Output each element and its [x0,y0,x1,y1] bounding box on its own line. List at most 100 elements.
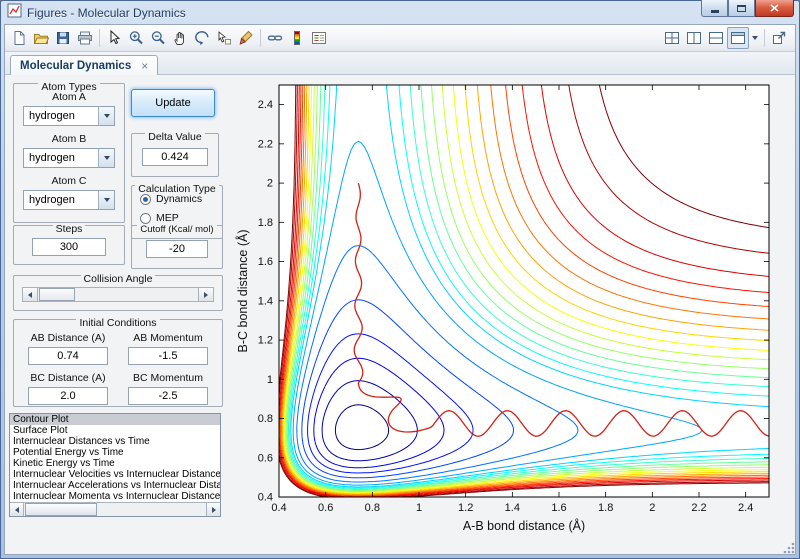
steps-field[interactable]: 300 [32,238,106,256]
bc-momentum-field[interactable]: -2.5 [128,387,208,405]
chevron-down-icon [103,156,110,160]
collision-angle-slider[interactable] [22,287,214,302]
x-tick-label: 1.2 [458,502,473,514]
atom-c-dropdown[interactable]: hydrogen [23,190,115,210]
dropdown-button[interactable] [98,149,114,167]
slider-track[interactable] [38,288,198,301]
bc-distance-field[interactable]: 2.0 [28,387,108,405]
open-file-icon [33,34,49,44]
save-figure-icon [57,32,69,44]
x-tick-label: 2.4 [738,502,753,514]
scrollbar-thumb[interactable] [25,503,97,516]
list-item[interactable]: Kinetic Energy vs Time [10,458,220,469]
brush-button[interactable] [235,27,257,49]
cutoff-title: Cutoff (Kcal/ mol) [137,224,217,235]
figure-app: Molecular Dynamics × Atom Types Atom A h… [4,24,796,555]
x-tick-label: 2.2 [691,502,706,514]
listbox-horizontal-scrollbar[interactable] [10,502,220,516]
maximize-button[interactable] [728,0,755,17]
radio-mep-label: MEP [156,212,179,224]
plot-type-listbox: Contour Plot Surface Plot Internuclear D… [9,413,221,517]
atom-b-dropdown[interactable]: hydrogen [23,148,115,168]
print-figure-button[interactable] [74,27,96,49]
list-item[interactable]: Internuclear Distances vs Time [10,436,220,447]
scroll-left-arrow[interactable] [10,503,24,516]
pointer-tool-button[interactable] [103,27,125,49]
insert-legend-button[interactable] [308,27,330,49]
x-tick-label: 1.8 [598,502,613,514]
rotate-3d-icon [195,31,209,45]
dropdown-button[interactable] [98,191,114,209]
list-item[interactable]: Internuclear Momenta vs Internuclear Dis… [10,491,220,502]
y-tick-label: 0.4 [258,492,273,504]
atom-c-label: Atom C [51,175,87,187]
pan-button[interactable] [169,27,191,49]
delta-value-group: Delta Value 0.424 [131,131,219,177]
save-figure-button[interactable] [52,27,74,49]
x-tick-label: 0.6 [318,502,333,514]
atom-c-value: hydrogen [29,194,75,206]
zoom-out-button[interactable] [147,27,169,49]
window-title: Figures - Molecular Dynamics [27,5,186,20]
update-button[interactable]: Update [131,89,215,117]
list-item[interactable]: Internuclear Velocities vs Internuclear … [10,469,220,480]
tab-close-icon[interactable]: × [141,60,148,72]
layout-dropdown-caret[interactable] [752,36,758,40]
new-figure-icon [14,31,25,45]
minimize-button[interactable] [701,0,728,17]
link-plot-icon [267,35,283,41]
tile-single-icon [731,32,745,44]
list-item-surface-plot[interactable]: Surface Plot [10,425,220,436]
dropdown-button[interactable] [98,107,114,125]
atom-a-value: hydrogen [29,110,75,122]
zoom-in-button[interactable] [125,27,147,49]
arrow-left-icon [14,506,19,513]
slider-thumb[interactable] [39,288,75,301]
close-button[interactable] [755,0,794,17]
radio-mep[interactable]: MEP [140,212,222,224]
ab-distance-field[interactable]: 0.74 [28,347,108,365]
undock-button[interactable] [768,27,790,49]
cutoff-field[interactable]: -20 [146,240,208,258]
atom-a-label: Atom A [52,91,86,103]
arrow-right-icon [211,506,216,513]
maximize-icon [737,4,746,12]
steps-group: Steps 300 [13,223,125,265]
pointer-tool-icon [110,30,121,45]
tab-molecular-dynamics[interactable]: Molecular Dynamics × [10,55,159,75]
delta-value-field[interactable]: 0.424 [142,148,208,166]
tile-columns-icon [687,32,701,44]
insert-colorbar-button[interactable] [286,27,308,49]
data-cursor-button[interactable] [213,27,235,49]
collision-angle-group: Collision Angle [13,273,223,311]
scroll-right-arrow[interactable] [206,503,220,516]
tile-rows-button[interactable] [705,27,727,49]
toolbar-right-group [661,27,792,49]
y-tick-label: 0.8 [258,413,273,425]
print-figure-icon [78,31,92,45]
window-controls [701,0,794,17]
tab-label: Molecular Dynamics [20,59,132,72]
new-figure-button[interactable] [8,27,30,49]
tile-columns-button[interactable] [683,27,705,49]
resize-grip[interactable] [782,541,795,554]
slider-left-arrow[interactable] [23,288,38,301]
open-file-button[interactable] [30,27,52,49]
list-item[interactable]: Internuclear Accelerations vs Internucle… [10,480,220,491]
tile-single-button[interactable] [727,27,749,49]
radio-dynamics-label: Dynamics [156,193,203,205]
link-plot-button[interactable] [264,27,286,49]
delta-value-title: Delta Value [145,131,205,143]
list-item[interactable]: Potential Energy vs Time [10,447,220,458]
slider-right-arrow[interactable] [198,288,213,301]
undock-icon [773,31,786,44]
list-item-contour-plot[interactable]: Contour Plot [10,414,220,425]
tile-grid-button[interactable] [661,27,683,49]
ab-momentum-field[interactable]: -1.5 [128,347,208,365]
rotate-3d-button[interactable] [191,27,213,49]
atom-a-dropdown[interactable]: hydrogen [23,106,115,126]
x-axis-label: A-B bond distance (Å) [463,518,585,533]
radio-dynamics[interactable]: Dynamics [140,193,222,205]
collision-angle-title: Collision Angle [80,273,156,285]
y-tick-label: 1.4 [258,295,273,307]
